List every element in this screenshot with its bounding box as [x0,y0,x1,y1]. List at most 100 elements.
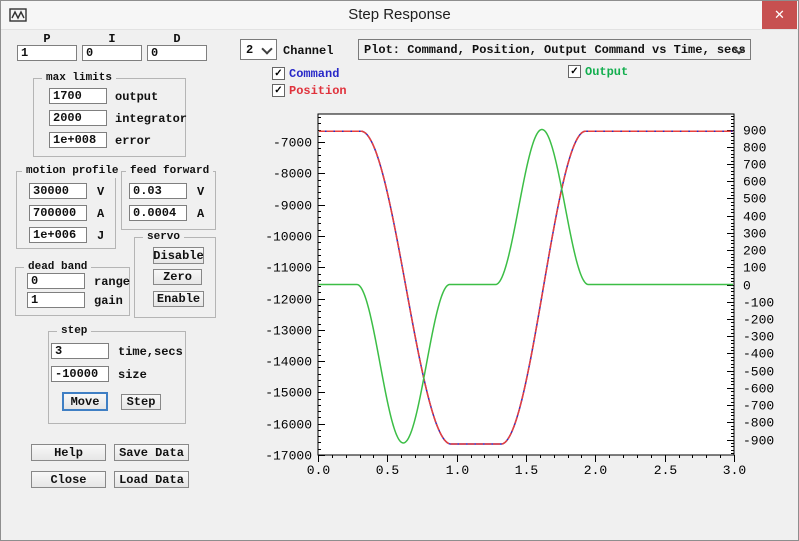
jerk-label: J [97,229,104,243]
velocity-input[interactable] [29,183,87,199]
output-limit-input[interactable] [49,88,107,104]
integrator-limit-input[interactable] [49,110,107,126]
y-right-tick-label: 100 [743,261,766,276]
step-button[interactable]: Step [121,394,161,410]
y-left-tick-label: -7000 [273,136,312,151]
y-right-tick-label: -800 [743,416,774,431]
x-tick-label: 2.5 [654,463,677,478]
x-tick-label: 1.0 [446,463,469,478]
y-left-tick-label: -17000 [265,449,312,464]
p-label: P [17,32,77,46]
x-tick-label: 1.5 [515,463,538,478]
channel-combo[interactable]: 2 [240,39,277,60]
accel-input[interactable] [29,205,87,221]
servo-title: servo [143,230,184,244]
i-label: I [82,32,142,46]
y-right-tick-label: 600 [743,175,766,190]
y-left-tick-label: -8000 [273,167,312,182]
step-title: step [57,324,91,338]
check-icon: ✓ [274,85,282,96]
y-right-tick-label: 500 [743,192,766,207]
accel-label: A [97,207,104,221]
y-left-tick-label: -12000 [265,293,312,308]
check-icon: ✓ [274,68,282,79]
size-input[interactable] [51,366,109,382]
size-label: size [118,368,147,382]
y-right-tick-label: 800 [743,141,766,156]
position-checkbox[interactable]: ✓ [272,84,285,97]
feed-forward-group: feed forward [121,171,216,230]
y-right-tick-label: 700 [743,158,766,173]
y-left-tick-label: -16000 [265,418,312,433]
help-button[interactable]: Help [31,444,106,461]
error-limit-label: error [115,134,151,148]
d-label: D [147,32,207,46]
y-right-tick-label: -600 [743,382,774,397]
d-input[interactable] [147,45,207,61]
command-checkbox-label[interactable]: Command [289,67,339,81]
enable-button[interactable]: Enable [153,291,204,307]
close-button[interactable]: Close [31,471,106,488]
save-data-button[interactable]: Save Data [114,444,189,461]
command-checkbox[interactable]: ✓ [272,67,285,80]
y-right-tick-label: -200 [743,313,774,328]
y-right-tick-label: -100 [743,296,774,311]
zero-button[interactable]: Zero [153,269,202,285]
x-tick-label: 2.0 [584,463,607,478]
close-icon: ✕ [774,7,785,23]
check-icon: ✓ [570,66,578,77]
ff-accel-input[interactable] [129,205,187,221]
gain-input[interactable] [27,292,85,308]
y-right-tick-label: 0 [743,279,751,294]
i-input[interactable] [82,45,142,61]
y-left-tick-label: -11000 [265,261,312,276]
y-left-tick-label: -15000 [265,386,312,401]
dead-band-title: dead band [24,260,91,274]
output-limit-label: output [115,90,158,104]
jerk-input[interactable] [29,227,87,243]
y-right-tick-label: -500 [743,365,774,380]
series-command [318,131,734,444]
disable-button[interactable]: Disable [153,247,204,264]
y-right-tick-label: 400 [743,210,766,225]
x-tick-label: 3.0 [723,463,746,478]
position-checkbox-label[interactable]: Position [289,84,347,98]
load-data-button[interactable]: Load Data [114,471,189,488]
y-right-tick-label: -700 [743,399,774,414]
output-checkbox[interactable]: ✓ [568,65,581,78]
velocity-label: V [97,185,104,199]
range-input[interactable] [27,273,85,289]
y-right-tick-label: 300 [743,227,766,242]
max-limits-title: max limits [42,71,116,85]
gain-label: gain [94,294,123,308]
integrator-limit-label: integrator [115,112,187,126]
feed-forward-title: feed forward [126,164,213,178]
step-response-window: Step Response ✕ P I D max limits output … [0,0,799,541]
window-title: Step Response [1,6,798,23]
y-right-tick-label: -900 [743,434,774,449]
y-right-tick-label: -400 [743,347,774,362]
time-input[interactable] [51,343,109,359]
plot-type-select-value: Plot: Command, Position, Output Command … [364,43,746,57]
channel-label: Channel [283,44,333,58]
motion-profile-title: motion profile [22,164,122,178]
ff-velocity-input[interactable] [129,183,187,199]
move-button[interactable]: Move [62,392,108,411]
range-label: range [94,275,130,289]
y-left-tick-label: -9000 [273,199,312,214]
x-tick-label: 0.0 [307,463,330,478]
plot-type-select[interactable]: Plot: Command, Position, Output Command … [358,39,751,60]
output-checkbox-label[interactable]: Output [585,65,628,79]
error-limit-input[interactable] [49,132,107,148]
chevron-down-icon [261,43,272,54]
x-tick-label: 0.5 [376,463,399,478]
time-label: time,secs [118,345,183,359]
ff-velocity-label: V [197,185,204,199]
y-left-tick-label: -13000 [265,324,312,339]
y-right-tick-label: 200 [743,244,766,259]
p-input[interactable] [17,45,77,61]
ff-accel-label: A [197,207,204,221]
y-left-tick-label: -10000 [265,230,312,245]
window-close-button[interactable]: ✕ [762,1,797,29]
y-right-tick-label: -300 [743,330,774,345]
